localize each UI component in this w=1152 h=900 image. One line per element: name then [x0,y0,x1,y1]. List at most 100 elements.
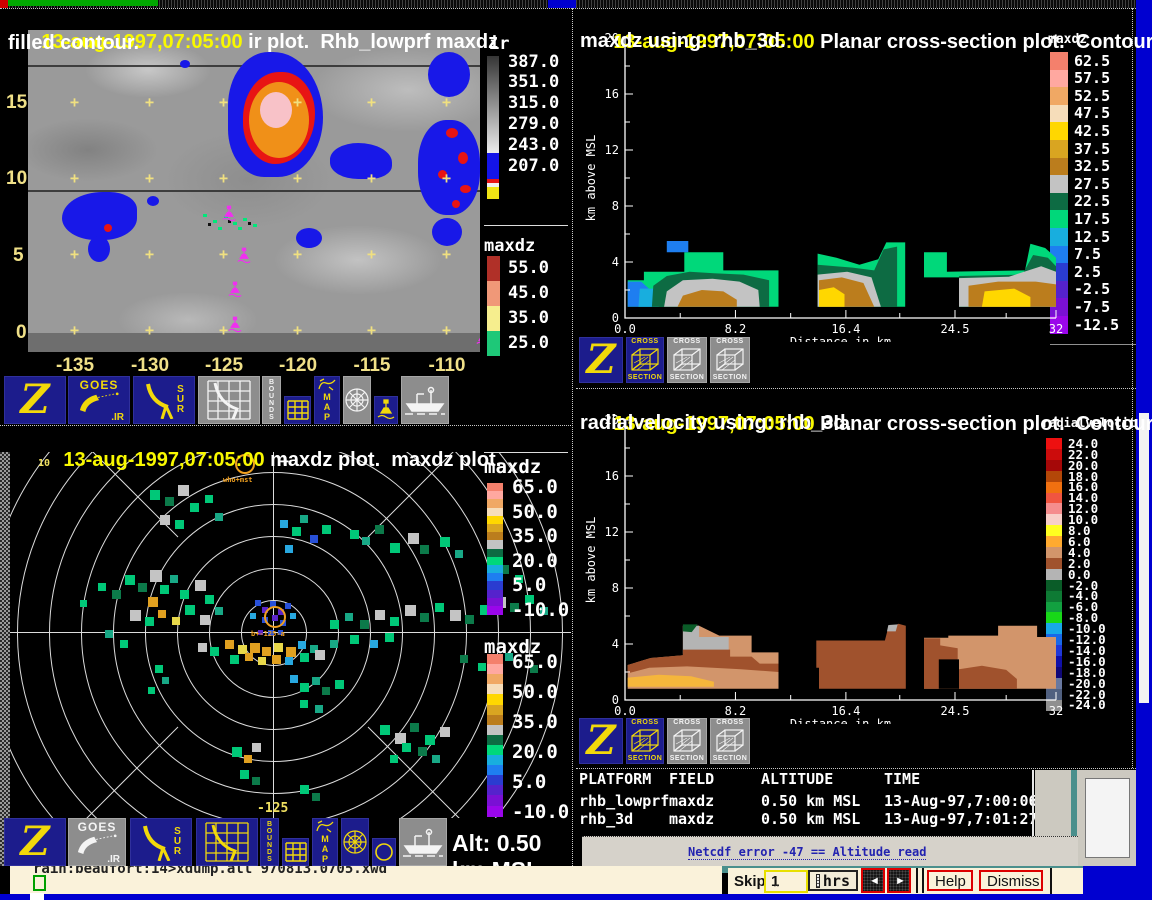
radar-echo-cell [148,687,155,694]
grid-button[interactable] [282,838,309,866]
web-button[interactable] [341,818,369,866]
cross-section-cube-icon [714,347,746,373]
tl-y-tick-label: 0 [16,322,27,344]
x-axis-label: Distance in km [790,717,891,724]
cross-section-cube-icon [629,728,661,754]
hrs-button[interactable]: hrs [808,870,858,891]
scrollbar-track[interactable] [1085,778,1130,858]
cloud-echo-blob [147,196,159,206]
colorbar-tick-label: 387.0 [508,52,559,72]
cube-button[interactable]: CROSSSECTION [626,337,664,383]
latlon-grid-cross: + [70,169,79,187]
radar-echo-cell [478,663,486,671]
buoy-marker [222,205,236,223]
circle-button[interactable] [372,838,396,866]
radar-echo-cell [274,643,283,652]
grid-button[interactable] [284,396,311,424]
satellite-dish-icon [74,392,124,412]
cube-button[interactable]: CROSSSECTION [626,718,664,764]
ship-button[interactable] [401,376,449,424]
cross-section-cube-icon [629,347,661,373]
window-border [576,388,1136,389]
time-control-bar: Skip 1 ^ hrs ◄ ► Help Dismiss [728,868,1083,894]
latlon-grid-cross: + [442,169,451,187]
skip-label: Skip [734,873,766,890]
bounds-label: BOUNDS [269,379,274,421]
radar-echo-cell [145,617,154,626]
colorbar-tick-label: 50.0 [512,681,558,703]
gridradar-button[interactable] [196,818,258,866]
latlon-grid-cross: + [293,93,302,111]
latlon-grid-cross: + [293,321,302,339]
zebra-button[interactable]: Z [579,718,623,764]
dismiss-button[interactable]: Dismiss [979,870,1043,891]
bounds-button[interactable]: BOUNDS [262,376,281,424]
x-axis-label: Distance in km [790,335,891,342]
radar-echo-cell [138,583,147,592]
radar-echo-cell [240,770,249,779]
cube-button[interactable]: CROSSSECTION [710,718,750,764]
desktop-top-strip [0,0,1152,8]
radar-grid-icon [205,379,253,421]
goes-button[interactable]: GOES.IR [68,818,126,866]
sur-button[interactable]: SUR [133,376,195,424]
document-icon [816,874,820,888]
colorbar-segment [487,331,500,356]
help-button[interactable]: Help [927,870,973,891]
zebra-button[interactable]: Z [4,376,66,424]
ship-icon [401,827,445,857]
radar-dish-icon [141,823,171,861]
panel-ppi-maxdz: 13-aug-1997,07:05:00 maxdz plot. maxdz p… [0,426,571,866]
cross-label: CROSS [631,338,658,346]
radar-echo-cell [375,610,385,620]
goes-label: GOES [78,821,117,833]
colorbar-tick-label: 5.0 [512,574,546,596]
cube-button[interactable]: CROSSSECTION [667,718,707,764]
ship-button[interactable] [399,818,447,866]
zebra-button[interactable]: Z [4,818,66,866]
radar-echo-cell [205,595,214,604]
sur-label: SUR [174,827,181,857]
cube-button[interactable]: CROSSSECTION [667,337,707,383]
radar-echo-cell [370,640,378,648]
web-button[interactable] [343,376,371,424]
gridradar-button[interactable] [198,376,260,424]
y-axis-label: km above MSL [584,135,598,222]
radar-echo-cell [315,705,323,713]
colorbar-tick-label: -10.0 [512,801,569,823]
input-caret: ^ [774,883,779,892]
radar-echo-cell [455,550,463,558]
step-back-button[interactable]: ◄ [861,868,885,893]
step-forward-button[interactable]: ► [887,868,911,893]
buoy-marker [476,329,480,347]
radar-echo-cell [420,613,429,622]
radar-echo-cell [172,617,180,625]
buoy-button[interactable] [374,396,398,424]
terminal-window[interactable]: rain:beaufort:14>xdump.all 970813.0705.x… [10,866,722,894]
cube-button[interactable]: CROSSSECTION [710,337,750,383]
map-button[interactable]: MAP [312,818,338,866]
skip-hours-input[interactable]: 1 ^ [764,870,808,893]
goes-button[interactable]: GOES.IR [68,376,130,424]
netcdf-error-text: Netcdf error -47 == Altitude read [688,845,926,860]
tl-title-line2: filled contour. [8,32,139,55]
radar-echo-cell [385,633,394,642]
bounds-button[interactable]: BOUNDS [260,818,279,866]
radar-echo-cell [130,610,141,621]
sur-button[interactable]: SUR [130,818,192,866]
radar-echo-cell [158,610,166,618]
tl-x-tick-label: -125 [199,355,249,377]
table-cell: maxdz [669,810,714,828]
section-label: SECTION [628,755,663,763]
surface-station-dot [218,227,222,230]
map-button[interactable]: MAP [314,376,340,424]
table-header-cell: FIELD [669,770,714,788]
desktop-bottom-strip [0,894,1083,900]
cross-label: CROSS [716,719,743,727]
polar-grid-icon [342,829,368,855]
zebra-button[interactable]: Z [579,337,623,383]
cross-section-cube-icon [671,728,703,754]
satellite-image: ++++++++++++++++++++++++ [28,30,480,352]
surface-station-dot [243,218,247,221]
radar-echo-cell [200,615,210,625]
